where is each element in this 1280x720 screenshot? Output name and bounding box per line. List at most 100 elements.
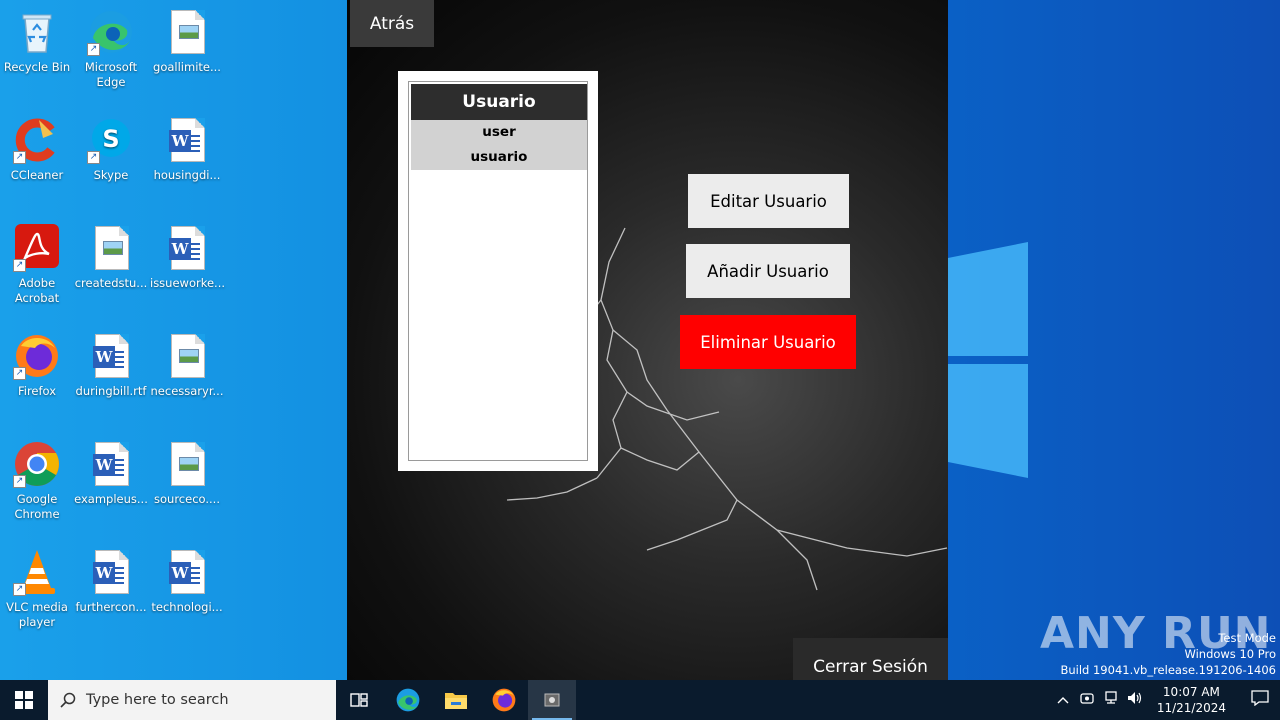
user-list-row[interactable]: user: [411, 120, 587, 145]
desktop-icon-label: issueworke...: [150, 276, 226, 290]
taskbar: Type here to search 10:07 AM 11/21/2024: [0, 680, 1280, 720]
desktop-icon-label: furthercon...: [75, 600, 147, 614]
user-list-panel: Usuario user usuario: [398, 71, 598, 471]
desktop-icon-technologi[interactable]: W technologi...: [150, 548, 224, 615]
shortcut-arrow-icon: ↗: [13, 475, 26, 488]
image-file-icon: [163, 8, 211, 56]
build-label: Build 19041.vb_release.191206-1406: [1060, 663, 1276, 677]
task-view-button[interactable]: [336, 680, 384, 720]
desktop-icon-label: technologi...: [151, 600, 223, 614]
shortcut-arrow-icon: ↗: [13, 259, 26, 272]
shortcut-arrow-icon: ↗: [87, 151, 100, 164]
desktop-icon-label: Microsoft Edge: [84, 60, 138, 89]
recycle-bin-icon: [13, 8, 61, 56]
desktop-icon-label: duringbill.rtf: [75, 384, 147, 398]
desktop-icon-label: housingdi...: [153, 168, 221, 182]
edit-user-button[interactable]: Editar Usuario: [688, 174, 849, 228]
delete-user-button[interactable]: Eliminar Usuario: [680, 315, 856, 369]
desktop-icon-label: CCleaner: [10, 168, 64, 182]
clock-time: 10:07 AM: [1162, 685, 1220, 699]
network-icon[interactable]: [1099, 691, 1123, 709]
image-file-icon: [87, 224, 135, 272]
desktop-icon-label: VLC media player: [6, 600, 68, 629]
desktop-icon-exampleus[interactable]: W exampleus...: [74, 440, 148, 507]
desktop-icon-google-chrome[interactable]: ↗ Google Chrome: [0, 440, 74, 522]
desktop-icon-sourceco[interactable]: sourceco....: [150, 440, 224, 507]
desktop-icon-recycle-bin[interactable]: Recycle Bin: [0, 8, 74, 75]
desktop-icon-vlc[interactable]: ↗ VLC media player: [0, 548, 74, 630]
desktop-icon-housingdi[interactable]: W housingdi...: [150, 116, 224, 183]
shortcut-arrow-icon: ↗: [13, 583, 26, 596]
shortcut-arrow-icon: ↗: [13, 151, 26, 164]
environment-info: Test Mode Windows 10 Pro Build 19041.vb_…: [1060, 630, 1276, 678]
desktop-icon-label: sourceco....: [154, 492, 220, 506]
edge-icon: ↗: [87, 8, 135, 56]
desktop-icon-issueworke[interactable]: W issueworke...: [150, 224, 226, 291]
image-file-icon: [163, 440, 211, 488]
system-tray: 10:07 AM 11/21/2024: [1051, 680, 1280, 720]
word-file-icon: W: [87, 548, 135, 596]
task-view-icon: [350, 693, 368, 707]
notification-center-button[interactable]: [1240, 690, 1280, 710]
desktop-icon-adobe-acrobat[interactable]: ↗ Adobe Acrobat: [0, 224, 74, 306]
word-file-icon: W: [87, 332, 135, 380]
windows-start-icon: [15, 691, 33, 709]
desktop-icon-duringbill[interactable]: W duringbill.rtf: [74, 332, 148, 399]
svg-text:S: S: [102, 125, 119, 153]
user-list-row[interactable]: usuario: [411, 145, 587, 170]
meet-now-icon[interactable]: [1075, 691, 1099, 709]
ccleaner-icon: ↗: [13, 116, 61, 164]
desktop-icon-skype[interactable]: S ↗ Skype: [74, 116, 148, 183]
desktop-icon-label: Adobe Acrobat: [14, 276, 60, 305]
taskbar-clock[interactable]: 10:07 AM 11/21/2024: [1157, 684, 1226, 716]
word-file-icon: W: [163, 116, 211, 164]
taskbar-search-box[interactable]: Type here to search: [48, 680, 336, 720]
taskbar-firefox[interactable]: [480, 680, 528, 720]
desktop-icon-necessaryr[interactable]: necessaryr...: [150, 332, 224, 399]
start-button[interactable]: [0, 680, 48, 720]
desktop-icon-firefox[interactable]: ↗ Firefox: [0, 332, 74, 399]
volume-icon[interactable]: [1123, 691, 1147, 709]
taskbar-running-app[interactable]: [528, 680, 576, 720]
firefox-icon: ↗: [13, 332, 61, 380]
skype-icon: S ↗: [87, 116, 135, 164]
user-management-window: Atrás Usuario user usuario Editar Usuari…: [347, 0, 948, 690]
notification-icon: [1251, 690, 1269, 707]
desktop-icon-microsoft-edge[interactable]: ↗ Microsoft Edge: [74, 8, 148, 90]
taskbar-edge[interactable]: [384, 680, 432, 720]
desktop-icon-label: Skype: [93, 168, 129, 182]
windows-edition-label: Windows 10 Pro: [1184, 647, 1276, 661]
word-file-icon: W: [87, 440, 135, 488]
app-window-icon: [544, 693, 560, 707]
desktop-icon-label: createdstu...: [74, 276, 148, 290]
vlc-icon: ↗: [13, 548, 61, 596]
windows-logo-wallpaper: [948, 242, 1028, 478]
search-icon: [60, 692, 76, 708]
user-list[interactable]: Usuario user usuario: [408, 81, 588, 461]
shortcut-arrow-icon: ↗: [13, 367, 26, 380]
test-mode-label: Test Mode: [1218, 631, 1276, 645]
desktop-icon-ccleaner[interactable]: ↗ CCleaner: [0, 116, 74, 183]
folder-icon: [445, 693, 467, 709]
desktop-icon-label: necessaryr...: [150, 384, 224, 398]
desktop-icon-label: Recycle Bin: [3, 60, 71, 74]
back-button[interactable]: Atrás: [350, 0, 434, 47]
desktop-icon-goallimite[interactable]: goallimite...: [150, 8, 224, 75]
add-user-button[interactable]: Añadir Usuario: [686, 244, 850, 298]
desktop-icon-label: Google Chrome: [14, 492, 60, 521]
acrobat-icon: ↗: [13, 224, 61, 272]
search-placeholder: Type here to search: [86, 692, 229, 708]
image-file-icon: [163, 332, 211, 380]
shortcut-arrow-icon: ↗: [87, 43, 100, 56]
word-file-icon: W: [163, 224, 211, 272]
desktop-icon-label: exampleus...: [74, 492, 148, 506]
desktop-icon-furthercon[interactable]: W furthercon...: [74, 548, 148, 615]
desktop-icon-label: goallimite...: [153, 60, 221, 74]
desktop-icon-createdstu[interactable]: createdstu...: [74, 224, 148, 291]
user-list-header: Usuario: [411, 84, 587, 120]
firefox-icon: [492, 688, 516, 712]
chevron-up-icon[interactable]: [1051, 693, 1075, 708]
chrome-icon: ↗: [13, 440, 61, 488]
desktop-icon-label: Firefox: [17, 384, 57, 398]
taskbar-file-explorer[interactable]: [432, 680, 480, 720]
